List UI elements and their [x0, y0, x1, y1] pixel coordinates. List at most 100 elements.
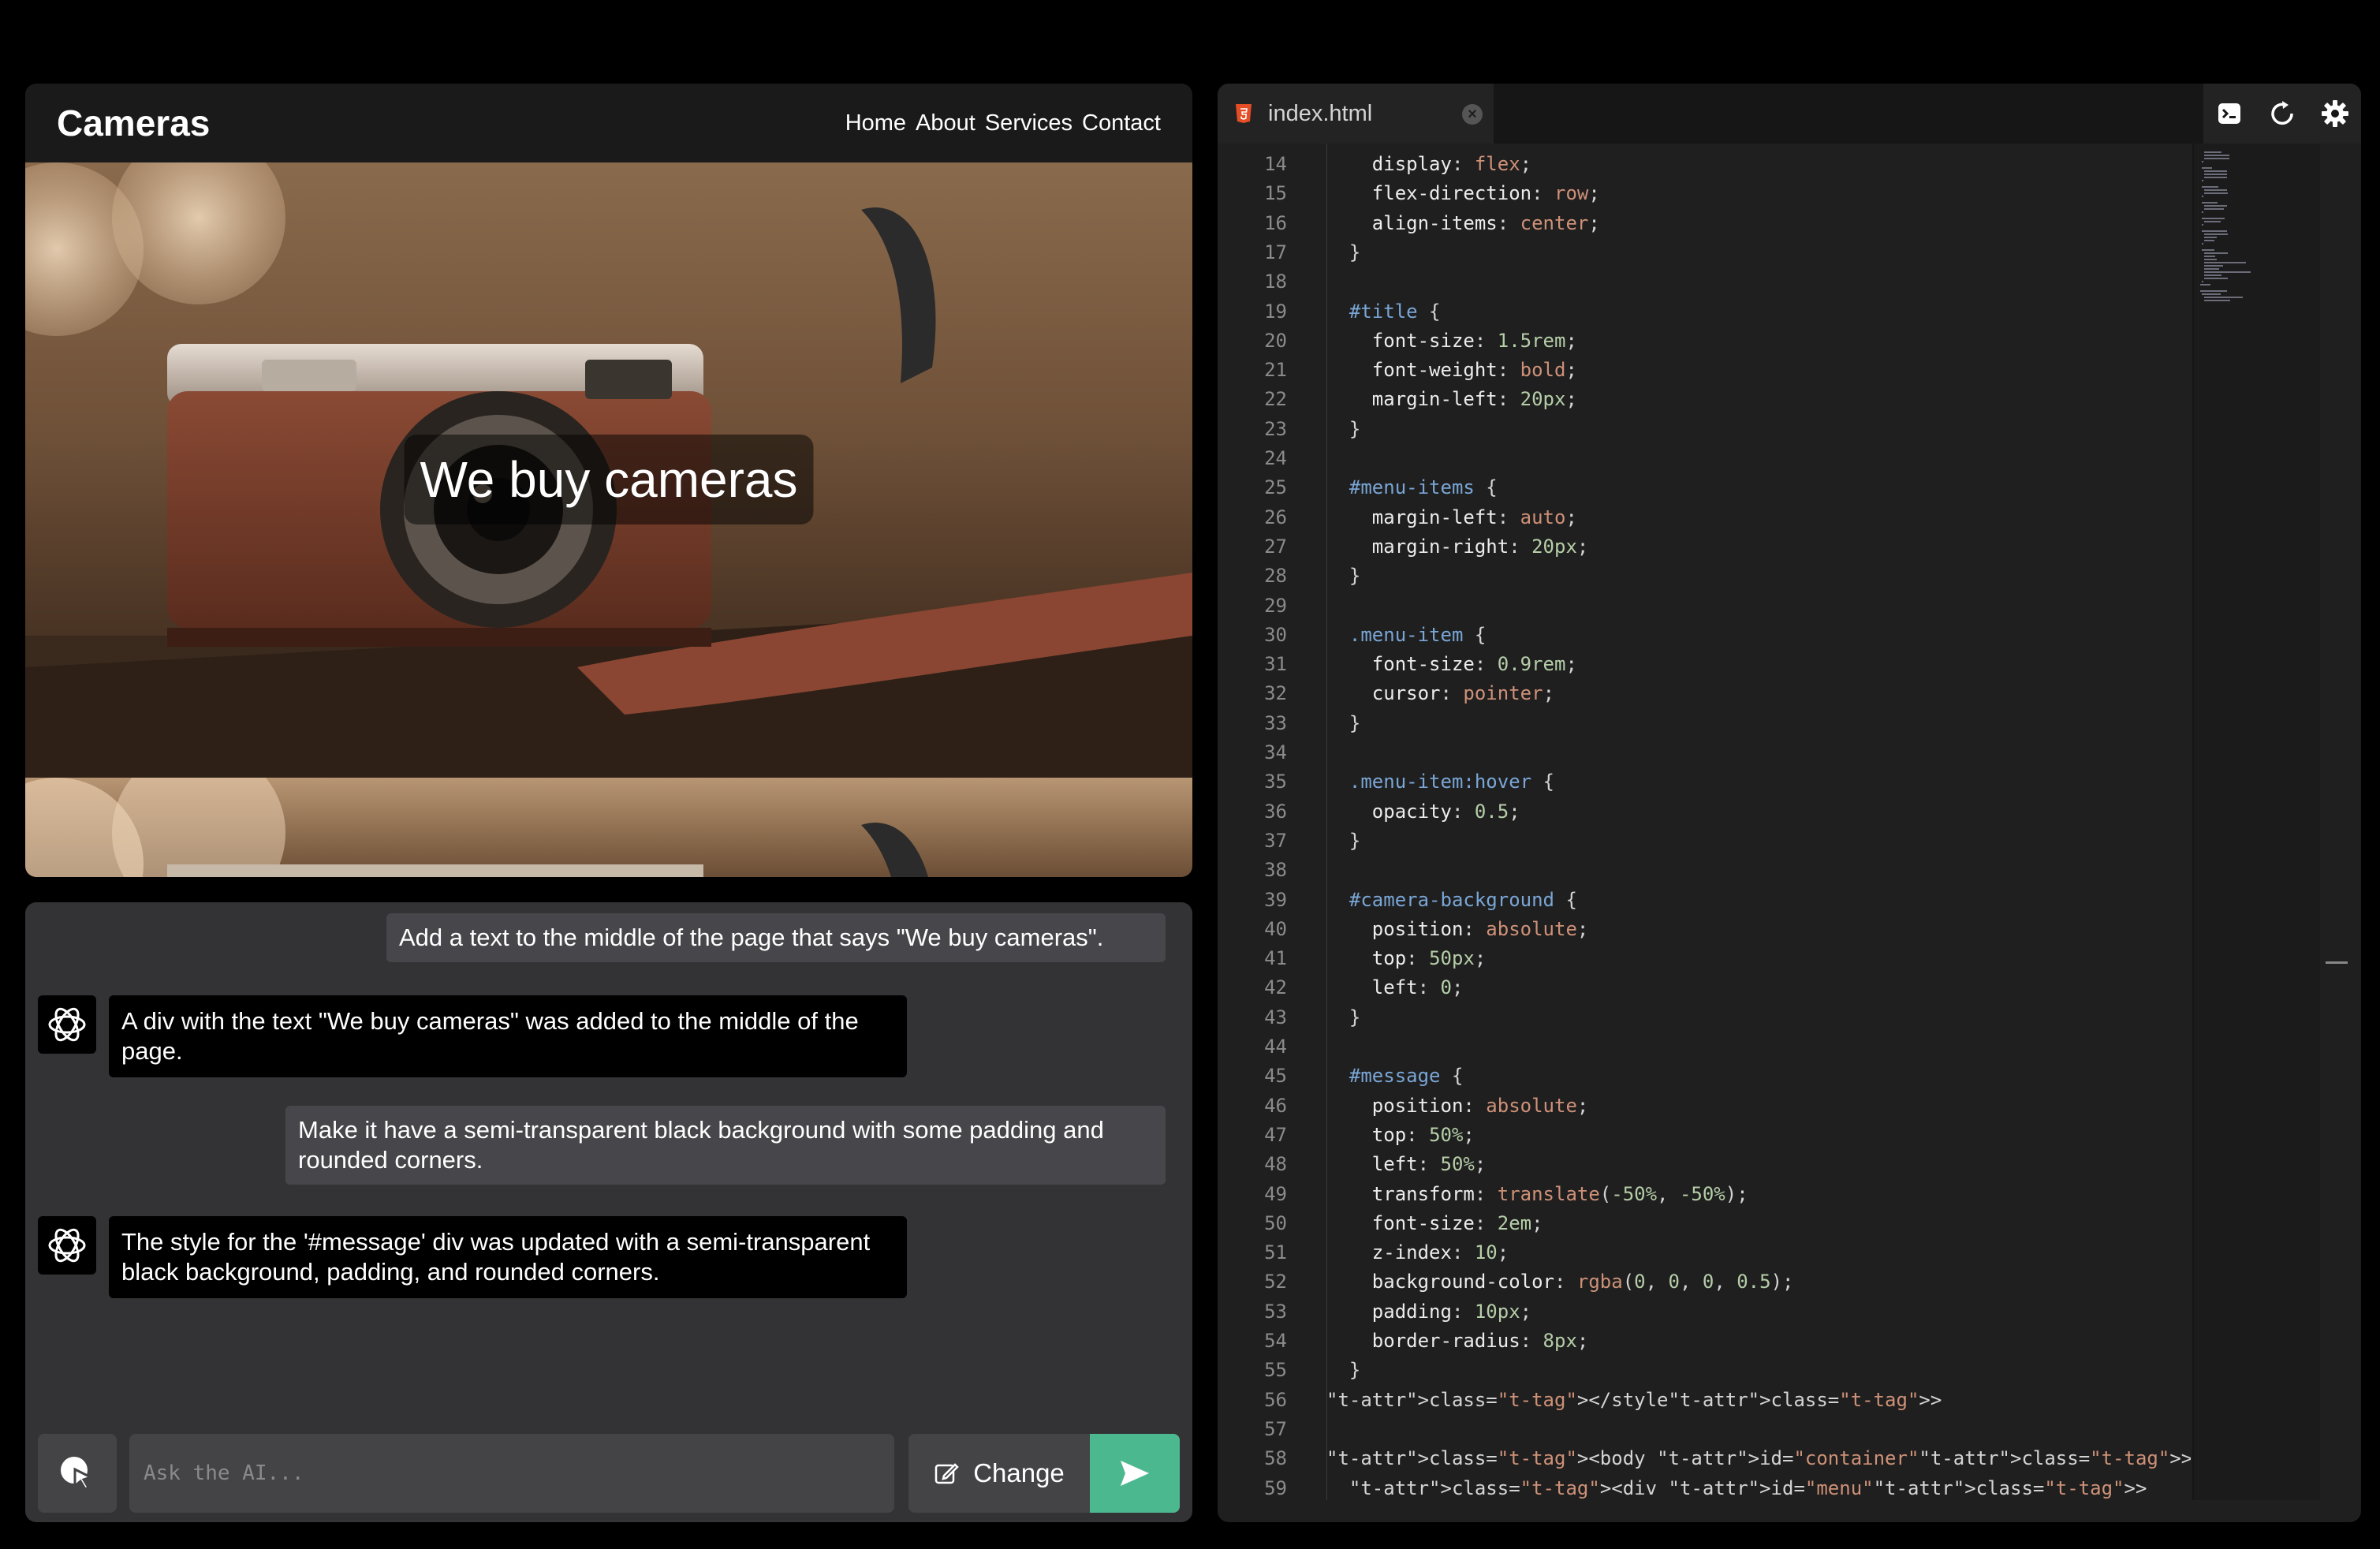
- line-code: left: 0;: [1371, 976, 1464, 999]
- minimap-line: [2202, 281, 2203, 282]
- openai-icon: [48, 1228, 86, 1263]
- line-number: 29: [1264, 594, 1287, 617]
- line-code: #menu-items {: [1349, 476, 1498, 499]
- line-number: 48: [1264, 1153, 1287, 1176]
- minimap-line: [2203, 259, 2217, 260]
- line-number: 26: [1264, 506, 1287, 528]
- line-code: z-index: 10;: [1371, 1241, 1509, 1264]
- code-line: 47 top: 50%;: [1218, 1121, 2191, 1149]
- line-code: .menu-item {: [1349, 623, 1487, 646]
- code-line: 36 opacity: 0.5;: [1218, 797, 2191, 826]
- code-line: 29: [1218, 592, 2191, 620]
- menu-item-contact[interactable]: Contact: [1082, 110, 1161, 136]
- minimap-line: [2202, 249, 2215, 251]
- code-line: 34: [1218, 738, 2191, 767]
- line-code: #camera-background {: [1349, 888, 1577, 911]
- line-code: }: [1326, 241, 1361, 263]
- camera-background-image: We buy cameras: [25, 162, 1192, 778]
- line-number: 18: [1264, 271, 1287, 293]
- ai-message: A div with the text "We buy cameras" was…: [109, 995, 907, 1077]
- line-code: top: 50%;: [1371, 1123, 1475, 1146]
- scrollbar-thumb[interactable]: [2326, 961, 2348, 964]
- close-icon[interactable]: ×: [1462, 104, 1483, 125]
- minimap-line: [2200, 290, 2227, 292]
- line-number: 36: [1264, 800, 1287, 823]
- line-code: margin-left: auto;: [1371, 506, 1577, 528]
- gear-icon[interactable]: [2319, 98, 2351, 129]
- code-line: 49 transform: translate(-50%, -50%);: [1218, 1180, 2191, 1208]
- line-code: padding: 10px;: [1371, 1300, 1532, 1323]
- line-number: 37: [1264, 829, 1287, 852]
- change-button-label: Change: [973, 1458, 1065, 1487]
- editor-tabbar: index.html ×: [1218, 84, 2361, 144]
- edit-icon: [934, 1463, 959, 1484]
- minimap-line: [2202, 243, 2203, 244]
- code-line: 48 left: 50%;: [1218, 1150, 2191, 1178]
- tab-index-html[interactable]: index.html ×: [1218, 84, 1494, 144]
- line-number: 52: [1264, 1271, 1287, 1293]
- line-code: }: [1326, 829, 1361, 852]
- minimap-line: [2203, 271, 2251, 273]
- menu-item-home[interactable]: Home: [845, 110, 906, 136]
- code-line: 30 .menu-item {: [1218, 621, 2191, 649]
- minimap-line: [2202, 224, 2203, 226]
- line-code: position: absolute;: [1371, 1094, 1589, 1117]
- code-content[interactable]: 14 display: flex; 15 flex-direction: row;…: [1218, 144, 2191, 1500]
- element-picker-button[interactable]: [38, 1434, 117, 1513]
- line-code: font-size: 1.5rem;: [1371, 329, 1577, 352]
- editor-toolbar: [2203, 84, 2361, 144]
- line-code: position: absolute;: [1371, 917, 1589, 940]
- line-code: transform: translate(-50%, -50%);: [1371, 1182, 1748, 1205]
- code-editor: index.html × 14 display: flex; 15 flex-d…: [1218, 84, 2361, 1522]
- code-line: 31 font-size: 0.9rem;: [1218, 650, 2191, 678]
- code-line: 14 display: flex;: [1218, 150, 2191, 178]
- minimap-line: [2203, 158, 2229, 159]
- code-line: 44: [1218, 1032, 2191, 1061]
- code-line: 56 "t-attr">class="t-tag"></style"t-attr"…: [1218, 1386, 2191, 1414]
- line-number: 49: [1264, 1182, 1287, 1205]
- minimap[interactable]: [2192, 144, 2320, 1500]
- tab-label: index.html: [1268, 100, 1373, 126]
- ask-ai-input[interactable]: [129, 1434, 894, 1513]
- line-code: margin-left: 20px;: [1371, 388, 1577, 411]
- menu-item-services[interactable]: Services: [985, 110, 1072, 136]
- site-header: Cameras Home About Services Contact: [25, 84, 1192, 162]
- code-line: 16 align-items: center;: [1218, 209, 2191, 237]
- line-code: "t-attr">class="t-tag"></style"t-attr">c…: [1326, 1388, 1942, 1411]
- minimap-line: [2203, 237, 2217, 238]
- line-number: 55: [1264, 1359, 1287, 1382]
- minimap-line: [2203, 233, 2229, 235]
- line-code: border-radius: 8px;: [1371, 1330, 1589, 1352]
- line-code: top: 50px;: [1371, 947, 1487, 970]
- line-number: 53: [1264, 1300, 1287, 1323]
- change-button[interactable]: Change: [908, 1434, 1090, 1513]
- camera-photo-repeat: [25, 778, 929, 877]
- html5-icon: [1236, 104, 1252, 123]
- line-number: 58: [1264, 1447, 1287, 1470]
- code-line: 59 "t-attr">class="t-tag"><div "t-attr">…: [1218, 1474, 2191, 1501]
- line-code: display: flex;: [1371, 153, 1532, 175]
- line-code: font-size: 2em;: [1371, 1211, 1543, 1234]
- line-code: margin-right: 20px;: [1371, 535, 1589, 558]
- line-code: font-size: 0.9rem;: [1371, 653, 1577, 676]
- code-line: 50 font-size: 2em;: [1218, 1209, 2191, 1237]
- minimap-line: [2203, 155, 2229, 156]
- line-code: opacity: 0.5;: [1371, 800, 1520, 823]
- line-code: "t-attr">class="t-tag"><div "t-attr">id=…: [1349, 1476, 2147, 1499]
- refresh-icon[interactable]: [2266, 98, 2298, 129]
- line-code: }: [1326, 565, 1361, 588]
- line-code: .menu-item:hover {: [1349, 771, 1554, 793]
- code-line: 57: [1218, 1415, 2191, 1443]
- code-line: 43 }: [1218, 1003, 2191, 1032]
- line-number: 14: [1264, 153, 1287, 175]
- send-button[interactable]: [1090, 1434, 1180, 1513]
- minimap-line: [2203, 256, 2216, 257]
- code-line: 55 }: [1218, 1356, 2191, 1384]
- format-icon[interactable]: [2214, 98, 2245, 129]
- minimap-line: [2203, 278, 2229, 279]
- code-line: 42 left: 0;: [1218, 973, 2191, 1002]
- line-number: 40: [1264, 917, 1287, 940]
- code-line: 33 }: [1218, 709, 2191, 737]
- code-line: 24: [1218, 444, 2191, 472]
- menu-item-about[interactable]: About: [916, 110, 976, 136]
